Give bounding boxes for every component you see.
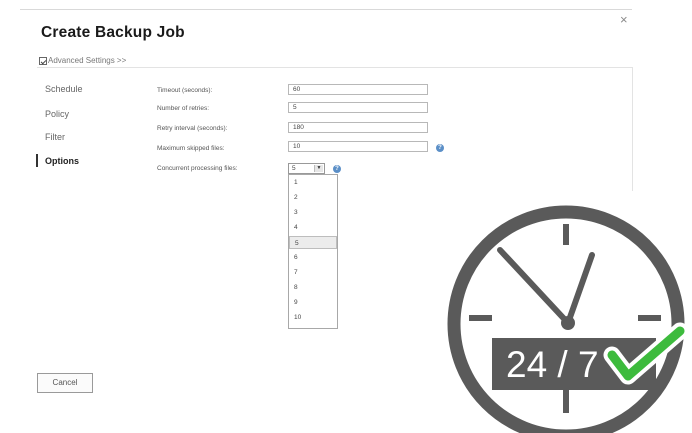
- badge-label: 24 / 7: [506, 344, 599, 385]
- clock-icon: [447, 205, 685, 433]
- clock-24-7-badge: 24 / 7: [447, 205, 689, 433]
